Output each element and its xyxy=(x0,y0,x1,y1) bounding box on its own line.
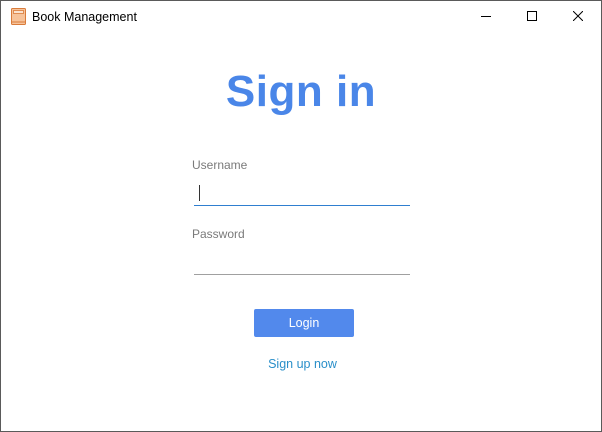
maximize-button[interactable] xyxy=(509,1,555,31)
book-icon xyxy=(11,8,26,25)
password-label: Password xyxy=(192,227,245,241)
minimize-icon xyxy=(481,11,491,21)
password-field[interactable] xyxy=(194,249,410,275)
window-title: Book Management xyxy=(32,10,137,24)
close-button[interactable] xyxy=(555,1,601,31)
app-window: Book Management Sign in Username Passwor… xyxy=(0,0,602,432)
sign-up-link[interactable]: Sign up now xyxy=(1,356,602,372)
minimize-button[interactable] xyxy=(463,1,509,31)
text-caret xyxy=(199,185,200,201)
username-field[interactable] xyxy=(194,180,410,206)
page-title: Sign in xyxy=(225,67,377,116)
title-bar[interactable]: Book Management xyxy=(1,1,601,31)
login-button[interactable]: Login xyxy=(254,309,354,337)
maximize-icon xyxy=(527,11,537,21)
close-icon xyxy=(573,11,583,21)
username-label: Username xyxy=(192,158,248,172)
